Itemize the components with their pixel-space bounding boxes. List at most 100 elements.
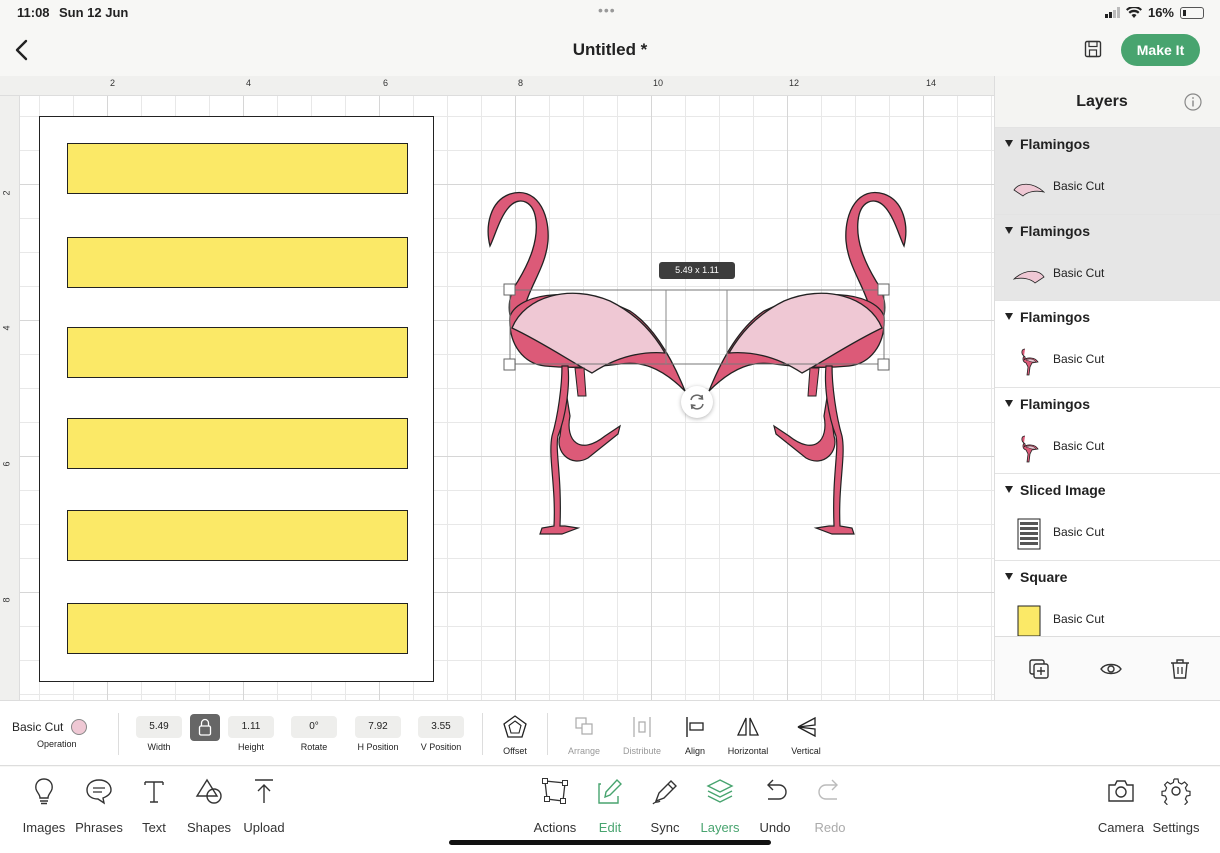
layers-title: Layers (1076, 93, 1128, 110)
flamingos-artwork[interactable] (20, 96, 994, 700)
layer-group-flamingos[interactable]: Flamingos Basic Cut (995, 388, 1220, 474)
nav-actions-label: Actions (533, 820, 577, 835)
layer-group-name: Flamingos (1020, 222, 1091, 239)
project-title: Untitled * (572, 40, 648, 59)
operation-color-swatch[interactable] (71, 719, 88, 735)
height-input[interactable]: 1.11 (228, 716, 274, 738)
nav-upload-label: Upload (243, 820, 285, 835)
nav-edit[interactable]: Edit (580, 777, 640, 835)
width-label: Width (147, 742, 171, 752)
nav-redo[interactable]: Redo (800, 777, 860, 835)
layer-item-label: Basic Cut (1053, 265, 1105, 280)
v-position-input[interactable]: 3.55 (418, 716, 464, 738)
distribute-label: Distribute (622, 746, 661, 756)
rotate-control: 0° Rotate (291, 716, 337, 752)
distribute-button[interactable]: Distribute (618, 714, 666, 756)
nav-images[interactable]: Images (14, 777, 74, 835)
expand-triangle-icon[interactable] (1005, 313, 1013, 320)
nav-undo[interactable]: Undo (745, 777, 805, 835)
square-thumb-icon (1017, 605, 1041, 636)
horizontal-label: Horizontal (727, 746, 769, 756)
lightbulb-icon (35, 778, 53, 805)
layer-group-sliced-image[interactable]: Sliced Image Basic Cut (995, 474, 1220, 561)
v-position-label: V Position (420, 742, 462, 752)
nav-edit-label: Edit (598, 820, 622, 835)
expand-triangle-icon[interactable] (1005, 226, 1013, 234)
layer-group-flamingos[interactable]: Flamingos Basic Cut (995, 128, 1220, 215)
resize-handle[interactable] (877, 283, 890, 296)
nav-settings[interactable]: Settings (1146, 777, 1206, 835)
rotate-input[interactable]: 0° (291, 716, 337, 738)
visibility-eye-icon[interactable] (1099, 657, 1123, 681)
nav-images-label: Images (22, 820, 66, 835)
expand-triangle-icon[interactable] (1005, 572, 1013, 580)
nav-shapes[interactable]: Shapes (179, 777, 239, 835)
layer-group-name: Flamingos (1020, 395, 1091, 412)
save-icon[interactable] (1083, 39, 1103, 59)
layer-group-flamingos[interactable]: Flamingos Basic Cut (995, 301, 1220, 388)
align-button[interactable]: Align (676, 714, 714, 756)
layer-item-label: Basic Cut (1053, 179, 1105, 193)
multitask-dots-icon[interactable]: ••• (598, 2, 616, 18)
flip-vertical-button[interactable]: Vertical (784, 714, 828, 756)
ruler-label: 8 (1, 597, 12, 603)
ruler-label: 6 (383, 78, 389, 88)
offset-icon (503, 715, 527, 738)
ruler-label: 2 (1, 190, 12, 196)
operation-control[interactable]: Basic Cut Operation (12, 719, 107, 749)
nav-text[interactable]: Text (124, 777, 184, 835)
left-ruler: 2 4 6 8 (0, 96, 20, 700)
ruler-label: 10 (653, 78, 664, 88)
layers-footer (995, 636, 1220, 700)
delete-trash-icon[interactable] (1168, 657, 1192, 681)
arrange-button[interactable]: Arrange (564, 714, 604, 756)
design-canvas[interactable]: 5.49 x 1.11 (20, 96, 994, 700)
offset-button[interactable]: Offset (497, 714, 533, 756)
resize-handle[interactable] (503, 358, 516, 371)
rotate-label: Rotate (300, 742, 328, 752)
flip-horizontal-icon (736, 717, 760, 736)
lock-aspect-button[interactable] (190, 714, 220, 741)
nav-actions[interactable]: Actions (525, 777, 585, 835)
nav-layers[interactable]: Layers (690, 777, 750, 835)
width-input[interactable]: 5.49 (136, 716, 182, 738)
speech-bubble-icon (86, 779, 112, 805)
nav-upload[interactable]: Upload (234, 777, 294, 835)
expand-triangle-icon[interactable] (1005, 399, 1013, 407)
nav-sync[interactable]: Sync (635, 777, 695, 835)
h-position-input[interactable]: 7.92 (355, 716, 401, 738)
flip-horizontal-button[interactable]: Horizontal (722, 714, 774, 756)
layer-group-flamingos[interactable]: Flamingos Basic Cut (995, 214, 1220, 301)
align-label: Align (684, 746, 705, 756)
duplicate-icon[interactable] (1027, 657, 1051, 681)
signal-icon (1104, 7, 1120, 18)
actions-nodes-icon (542, 778, 568, 804)
v-position-control: 3.55 V Position (418, 716, 464, 752)
layer-group-name: Flamingos (1020, 309, 1091, 325)
nav-sync-label: Sync (650, 820, 680, 835)
operation-label: Operation (37, 739, 77, 749)
arrange-label: Arrange (567, 746, 601, 756)
layer-item-label: Basic Cut (1053, 525, 1105, 539)
nav-settings-label: Settings (1152, 820, 1200, 835)
nav-redo-label: Redo (814, 820, 846, 835)
flip-vertical-icon (797, 716, 816, 738)
expand-triangle-icon[interactable] (1005, 486, 1013, 493)
expand-triangle-icon[interactable] (1005, 140, 1013, 147)
layer-group-square[interactable]: Square Basic Cut (995, 561, 1220, 647)
ruler-label: 4 (1, 325, 12, 331)
shapes-icon (195, 778, 222, 804)
layer-group-name: Sliced Image (1020, 482, 1106, 498)
resize-handle[interactable] (877, 358, 890, 371)
nav-phrases[interactable]: Phrases (69, 777, 129, 835)
edit-pen-icon (598, 778, 622, 804)
layer-item-label: Basic Cut (1053, 438, 1105, 453)
resize-handle[interactable] (503, 283, 516, 296)
nav-camera[interactable]: Camera (1091, 777, 1151, 835)
home-indicator[interactable] (449, 840, 771, 845)
info-icon[interactable] (1184, 93, 1202, 111)
height-label: Height (237, 742, 264, 752)
rotate-handle[interactable] (681, 386, 713, 418)
edit-toolbar: Basic Cut Operation 5.49 Width 1.11 Heig… (0, 700, 1220, 766)
make-it-button[interactable]: Make It (1121, 34, 1200, 66)
